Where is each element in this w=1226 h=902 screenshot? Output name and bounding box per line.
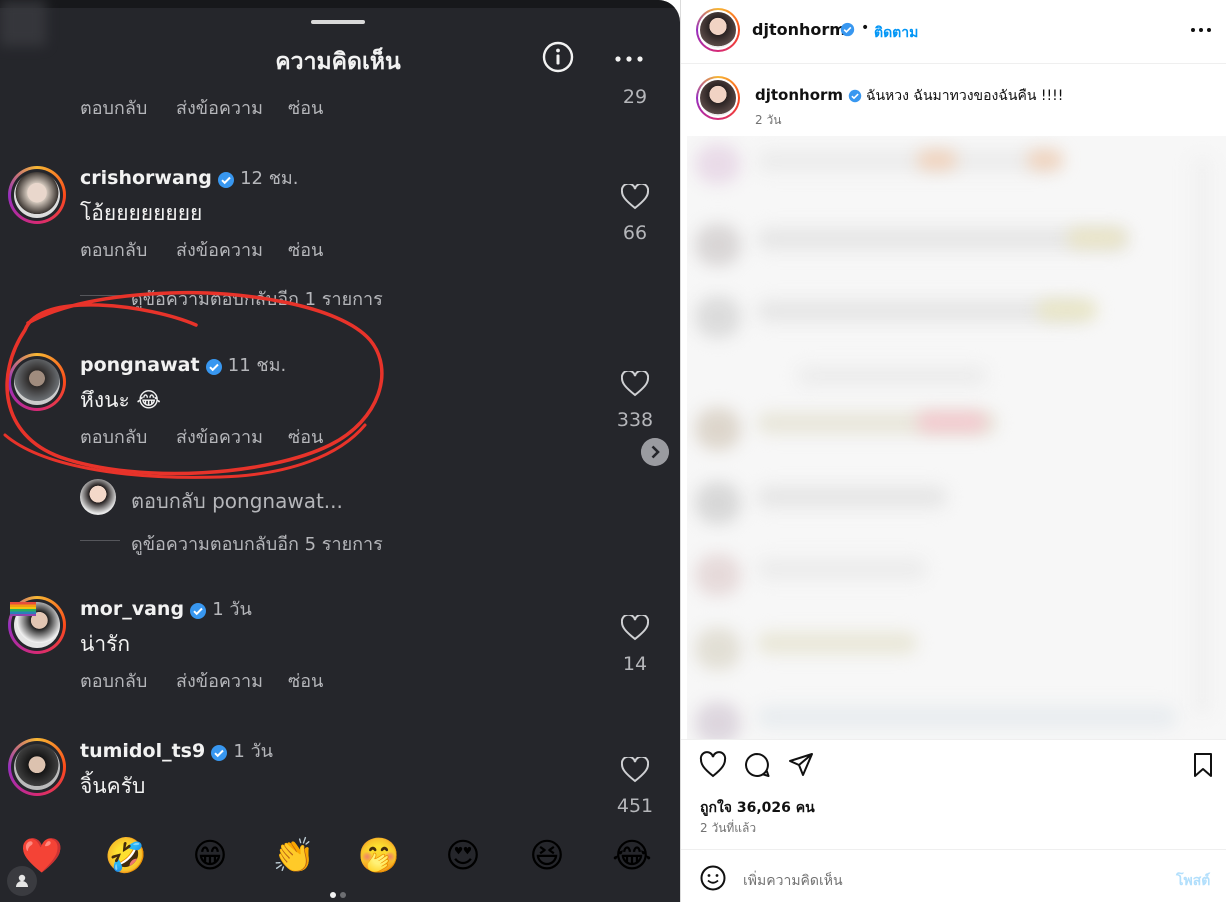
hide-button[interactable]: ซ่อน <box>288 93 323 122</box>
reply-button[interactable]: ตอบกลับ <box>80 235 147 264</box>
post-panel: djtonhorm • ติดตาม djtonhorm ฉันหวง ฉันม… <box>680 0 1226 902</box>
sheet-title: ความคิดเห็น <box>275 49 401 75</box>
like-count: 451 <box>616 795 654 817</box>
caption-avatar[interactable] <box>696 76 740 120</box>
like-count[interactable]: ถูกใจ 36,026 คน <box>700 797 815 819</box>
comment-bubble-icon[interactable] <box>743 751 771 779</box>
bookmark-icon[interactable] <box>1189 751 1217 779</box>
like-count: 29 <box>622 86 648 108</box>
like-count: 14 <box>622 653 648 675</box>
divider <box>681 63 1226 64</box>
verified-badge-icon <box>218 171 234 188</box>
comment-header: tumidol_ts9 1 วัน <box>80 736 273 765</box>
sheet-drag-handle[interactable] <box>311 20 365 24</box>
comments-sheet: ความคิดเห็น ตอบกลับ ส่งข้อความ ซ่อน 29 c… <box>0 0 680 902</box>
emoji-grin[interactable]: 😁 <box>185 836 235 876</box>
top-strip <box>0 0 680 8</box>
divider <box>681 739 1226 740</box>
comment-text: โอ้ยยยยยยยย <box>80 201 203 225</box>
send-message-button[interactable]: ส่งข้อความ <box>176 235 263 264</box>
comment-username[interactable]: mor_vang <box>80 598 184 620</box>
avatar[interactable] <box>8 738 66 796</box>
comment-header: crishorwang 12 ชม. <box>80 163 299 192</box>
caption-text: ฉันหวง ฉันมาทวงของฉันคืน !!!! <box>865 88 1064 104</box>
follow-button[interactable]: ติดตาม <box>874 22 918 44</box>
post-time: 2 วันที่แล้ว <box>700 821 757 835</box>
like-count: 338 <box>616 409 654 431</box>
verified-badge-icon <box>211 744 228 761</box>
emoji-rofl[interactable]: 🤣 <box>101 836 151 876</box>
bullet-separator: • <box>861 20 870 36</box>
share-plane-icon[interactable] <box>787 751 815 779</box>
send-message-button[interactable]: ส่งข้อความ <box>176 666 263 695</box>
comment-time: 1 วัน <box>233 741 273 762</box>
more-options-icon[interactable] <box>1190 26 1212 34</box>
emoji-giggle[interactable]: 🤭 <box>354 836 404 876</box>
comment-text: น่ารัก <box>80 632 131 656</box>
heart-icon[interactable] <box>621 184 649 210</box>
reply-to-input[interactable]: ตอบกลับ pongnawat... <box>131 485 343 517</box>
author-username[interactable]: djtonhorm <box>752 20 846 39</box>
hide-button[interactable]: ซ่อน <box>288 666 323 695</box>
emoji-tears-of-joy[interactable]: 😂 <box>607 836 657 876</box>
comment-text: จิ้นครับ <box>80 774 146 798</box>
heart-icon[interactable] <box>621 757 649 783</box>
red-annotation-circle <box>3 290 384 479</box>
heart-icon[interactable] <box>621 615 649 641</box>
next-arrow-icon[interactable] <box>641 438 669 466</box>
caption-username[interactable]: djtonhorm <box>755 86 843 104</box>
rainbow-flag <box>10 602 36 616</box>
emoji-laughing[interactable]: 😆 <box>522 836 572 876</box>
like-count: 66 <box>622 222 648 244</box>
blurred-comments <box>687 136 1226 740</box>
caption-time: 2 วัน <box>755 113 782 127</box>
verified-badge-icon <box>190 602 207 619</box>
background-thumbnail <box>0 0 46 46</box>
emoji-clap[interactable]: 👏 <box>269 836 319 876</box>
page-indicator <box>328 883 348 902</box>
info-icon[interactable] <box>542 41 574 73</box>
divider <box>681 849 1226 850</box>
comment-input[interactable]: เพิ่มความคิดเห็น <box>743 870 843 892</box>
post-button[interactable]: โพสต์ <box>1176 870 1210 892</box>
emoji-icon[interactable] <box>699 864 727 892</box>
caption: djtonhorm ฉันหวง ฉันมาทวงของฉันคืน !!!! <box>755 85 1063 107</box>
reply-button[interactable]: ตอบกลับ <box>80 666 147 695</box>
comment-username[interactable]: crishorwang <box>80 167 212 189</box>
emoji-reaction-bar: ❤️ 🤣 😁 👏 🤭 😍 😆 😂 <box>0 830 680 886</box>
view-more-replies[interactable]: ดูข้อความตอบกลับอีก 5 รายการ <box>131 529 383 558</box>
send-message-button[interactable]: ส่งข้อความ <box>176 93 263 122</box>
comment-header: mor_vang 1 วัน <box>80 594 252 623</box>
reply-divider <box>80 540 120 541</box>
more-options-icon[interactable] <box>612 49 646 69</box>
reply-button[interactable]: ตอบกลับ <box>80 93 147 122</box>
verified-badge-icon <box>840 22 855 37</box>
heart-icon[interactable] <box>621 371 649 397</box>
avatar[interactable] <box>8 166 66 224</box>
verified-badge-icon <box>848 89 861 103</box>
profile-icon[interactable] <box>7 866 37 896</box>
like-heart-icon[interactable] <box>699 751 727 779</box>
comment-username[interactable]: tumidol_ts9 <box>80 740 205 762</box>
comment-time: 12 ชม. <box>240 168 299 189</box>
hide-button[interactable]: ซ่อน <box>288 235 323 264</box>
comment-time: 1 วัน <box>212 599 252 620</box>
emoji-heart-eyes[interactable]: 😍 <box>438 836 488 876</box>
author-avatar[interactable] <box>696 8 740 52</box>
